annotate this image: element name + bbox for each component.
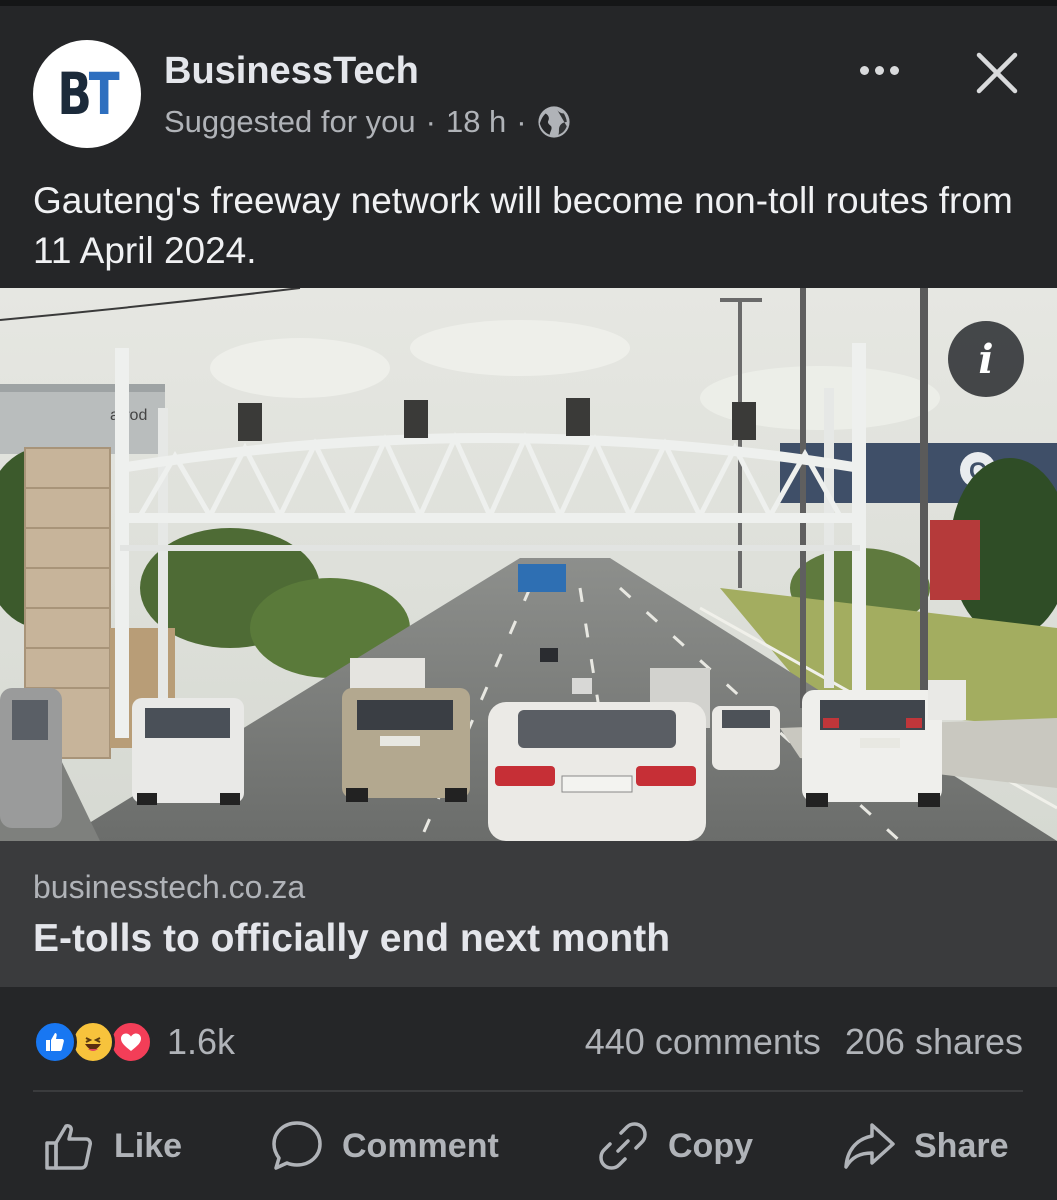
action-bar: Like Comment Copy Share [0, 1092, 1057, 1200]
more-dot [889, 65, 899, 75]
copy-button[interactable]: Copy [596, 1118, 753, 1174]
meta-separator: · [516, 104, 527, 139]
reactions-summary[interactable]: 1.6k [33, 1019, 235, 1065]
engagement-stats: 1.6k 440 comments 206 shares [0, 987, 1057, 1091]
love-reaction-icon [109, 1020, 153, 1064]
comment-button[interactable]: Comment [270, 1118, 499, 1174]
meta-separator: · [425, 104, 436, 139]
freeway-gantry-photo: arrod C [0, 288, 1057, 841]
reactions-count: 1.6k [167, 1021, 236, 1062]
post-meta: Suggested for you · 18 h · [164, 104, 571, 140]
link-domain: businesstech.co.za [33, 869, 306, 905]
globe-icon [538, 106, 570, 138]
share-label: Share [914, 1126, 1009, 1165]
copy-label: Copy [668, 1126, 753, 1165]
post-header: BT BusinessTech Suggested for you · 18 h… [0, 6, 1057, 288]
share-button[interactable]: Share [842, 1118, 1009, 1174]
post-time[interactable]: 18 h [446, 104, 506, 140]
link-preview[interactable]: businesstech.co.za E-tolls to officially… [0, 841, 1057, 987]
comment-label: Comment [342, 1126, 499, 1165]
comments-count-link[interactable]: 440 comments [585, 1021, 821, 1063]
post-image[interactable]: arrod C [0, 288, 1057, 841]
info-button[interactable]: i [948, 321, 1024, 397]
avatar-logo: BT [57, 60, 119, 128]
comment-icon [272, 1121, 322, 1170]
link-title: E-tolls to officially end next month [33, 917, 671, 960]
thumbs-up-icon [45, 1124, 92, 1170]
like-button[interactable]: Like [42, 1118, 182, 1174]
page-name-link[interactable]: BusinessTech [164, 50, 419, 93]
suggested-label: Suggested for you [164, 104, 416, 139]
share-arrow-icon [844, 1123, 895, 1169]
more-dot [859, 65, 869, 75]
like-reaction-icon [33, 1020, 77, 1064]
haha-reaction-icon [71, 1020, 115, 1064]
page-avatar[interactable]: BT [33, 40, 141, 148]
comments-shares: 440 comments 206 shares [585, 1021, 1023, 1063]
like-label: Like [114, 1126, 183, 1165]
shares-count-link[interactable]: 206 shares [845, 1021, 1023, 1063]
link-icon [599, 1122, 647, 1170]
more-dot [874, 65, 884, 75]
post-caption: Gauteng's freeway network will become no… [33, 180, 1013, 271]
close-icon[interactable] [970, 46, 1024, 100]
more-options-button[interactable] [852, 50, 906, 90]
